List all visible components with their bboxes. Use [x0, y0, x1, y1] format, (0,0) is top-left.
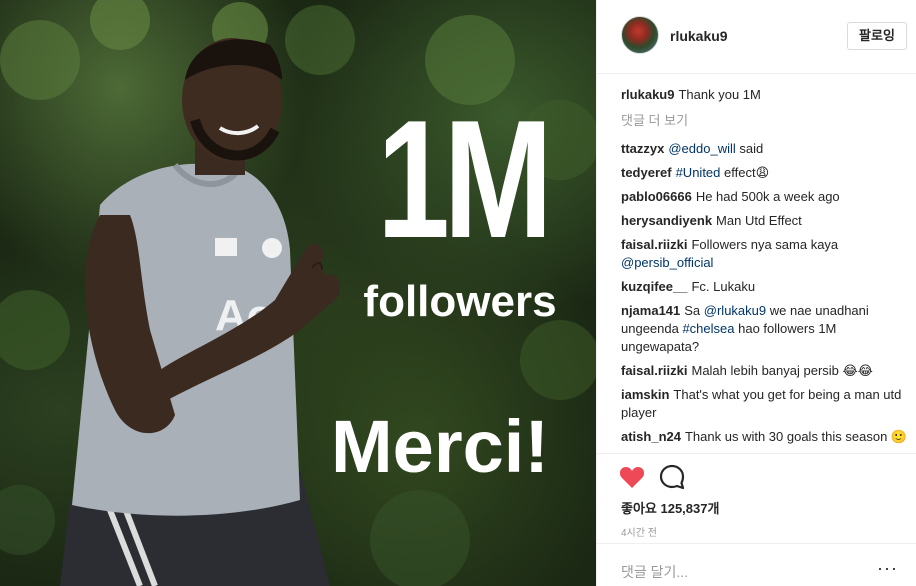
heart-icon[interactable] [619, 465, 645, 489]
more-options-icon[interactable]: ··· [877, 558, 898, 579]
comment-username[interactable]: pablo06666 [621, 189, 692, 204]
post-timestamp: 4시간 전 [621, 528, 657, 539]
comment-text: Malah lebih banyaj persib 😂😂 [691, 363, 873, 378]
mention-link[interactable]: @persib_official [621, 255, 713, 270]
comment-input[interactable]: 댓글 달기... [621, 562, 688, 582]
hashtag-link[interactable]: #chelsea [682, 321, 734, 336]
avatar[interactable] [621, 16, 659, 54]
comment-text: effect😩 [720, 165, 770, 180]
comment-username[interactable]: faisal.riizki [621, 237, 687, 252]
caption: rlukaku9 Thank you 1M [621, 86, 911, 104]
header-username[interactable]: rlukaku9 [670, 28, 728, 44]
comment-text: Man Utd Effect [716, 213, 802, 228]
post-actions: 좋아요 125,837개 4시간 전 댓글 달기... ··· [597, 453, 916, 586]
comment-text: Followers nya sama kaya [691, 237, 839, 252]
headline-text: 1M [377, 85, 553, 273]
list-item: faisal.riizki Malah lebih banyaj persib 😂… [621, 362, 911, 380]
comment-username[interactable]: kuzqifee__ [621, 279, 687, 294]
list-item: faisal.riizki Followers nya sama kaya @per… [621, 236, 911, 272]
comment-username[interactable]: herysandiyenk [621, 213, 712, 228]
merci-text: Merci! [331, 405, 549, 488]
list-item: herysandiyenk Man Utd Effect [621, 212, 911, 230]
comment-text: He had 500k a week ago [695, 189, 840, 204]
comment-text: Sa [684, 303, 704, 318]
post-image[interactable]: Aon 1M followers Merci! [0, 0, 596, 586]
comment-text: Thank us with 30 goals this season 🙂 [684, 429, 908, 444]
mention-link[interactable]: @rlukaku9 [704, 303, 766, 318]
list-item: atish_n24 Thank us with 30 goals this sea… [621, 428, 911, 446]
comment-username[interactable]: njama141 [621, 303, 680, 318]
comment-username[interactable]: atish_n24 [621, 429, 681, 444]
list-item: kuzqifee__ Fc. Lukaku [621, 278, 911, 296]
post-sidebar: rlukaku9 팔로잉 rlukaku9 Thank you 1M 댓글 더 보… [596, 0, 916, 586]
comment-text: said [735, 141, 764, 156]
list-item: pablo06666 He had 500k a week ago [621, 188, 911, 206]
list-item: ttazzyx @eddo_will said [621, 140, 911, 158]
comment-username[interactable]: faisal.riizki [621, 363, 687, 378]
likes-count[interactable]: 좋아요 125,837개 [621, 498, 719, 517]
list-item: tedyeref #United effect😩 [621, 164, 911, 182]
comment-username[interactable]: tedyeref [621, 165, 672, 180]
comments-list[interactable]: rlukaku9 Thank you 1M 댓글 더 보기 ttazzyx @edd… [621, 86, 911, 453]
comment-username[interactable]: ttazzyx [621, 141, 664, 156]
followers-text: followers [363, 277, 557, 326]
comment-username[interactable]: iamskin [621, 387, 669, 402]
load-more-comments-link[interactable]: 댓글 더 보기 [621, 112, 911, 130]
comment-icon[interactable] [659, 464, 685, 490]
mention-link[interactable]: @eddo_will [668, 141, 735, 156]
following-button[interactable]: 팔로잉 [847, 22, 907, 50]
hashtag-link[interactable]: #United [676, 165, 721, 180]
list-item: iamskin That's what you get for being a m… [621, 386, 911, 422]
comment-text: Fc. Lukaku [691, 279, 756, 294]
caption-text: Thank you 1M [678, 87, 761, 102]
post-header: rlukaku9 팔로잉 [597, 0, 916, 74]
caption-username[interactable]: rlukaku9 [621, 87, 674, 102]
add-comment-bar: 댓글 달기... ··· [597, 543, 916, 586]
list-item: njama141 Sa @rlukaku9 we nae unadhani ung… [621, 302, 911, 356]
